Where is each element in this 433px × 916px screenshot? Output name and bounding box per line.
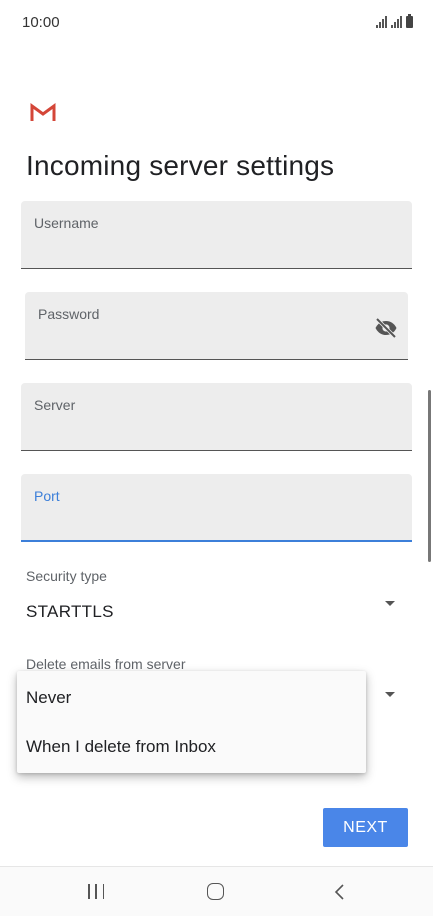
signal-icon <box>376 16 387 28</box>
server-field[interactable]: Server <box>21 383 412 451</box>
security-type-label: Security type <box>26 568 107 584</box>
port-field[interactable]: Port <box>21 474 412 542</box>
security-type-value: STARTTLS <box>26 602 114 621</box>
back-icon[interactable] <box>333 884 347 900</box>
scrollbar[interactable] <box>428 390 431 562</box>
dropdown-arrow-icon <box>385 601 395 606</box>
delete-emails-label: Delete emails from server <box>26 656 186 672</box>
port-label: Port <box>34 488 60 504</box>
status-icons <box>376 14 413 28</box>
page-title: Incoming server settings <box>26 150 335 181</box>
menu-item-when-deleted-from-inbox[interactable]: When I delete from Inbox <box>17 723 366 771</box>
password-field[interactable]: Password <box>25 292 408 360</box>
server-label: Server <box>34 397 76 413</box>
status-time: 10:00 <box>22 14 60 31</box>
security-type-dropdown[interactable]: STARTTLS <box>21 590 412 630</box>
username-field[interactable]: Username <box>21 201 412 269</box>
home-icon[interactable] <box>207 883 224 900</box>
dropdown-arrow-icon <box>385 692 395 697</box>
gmail-logo <box>30 103 56 121</box>
delete-emails-menu: Never When I delete from Inbox <box>17 671 366 773</box>
visibility-off-icon[interactable] <box>374 316 398 340</box>
username-label: Username <box>34 215 99 231</box>
recent-apps-icon[interactable] <box>88 884 104 899</box>
status-bar: 10:00 <box>0 0 433 44</box>
menu-item-never[interactable]: Never <box>17 674 366 722</box>
password-label: Password <box>38 306 100 322</box>
next-button[interactable]: NEXT <box>323 808 408 847</box>
signal-icon <box>391 16 402 28</box>
navigation-bar <box>0 866 433 916</box>
battery-icon <box>406 14 413 28</box>
